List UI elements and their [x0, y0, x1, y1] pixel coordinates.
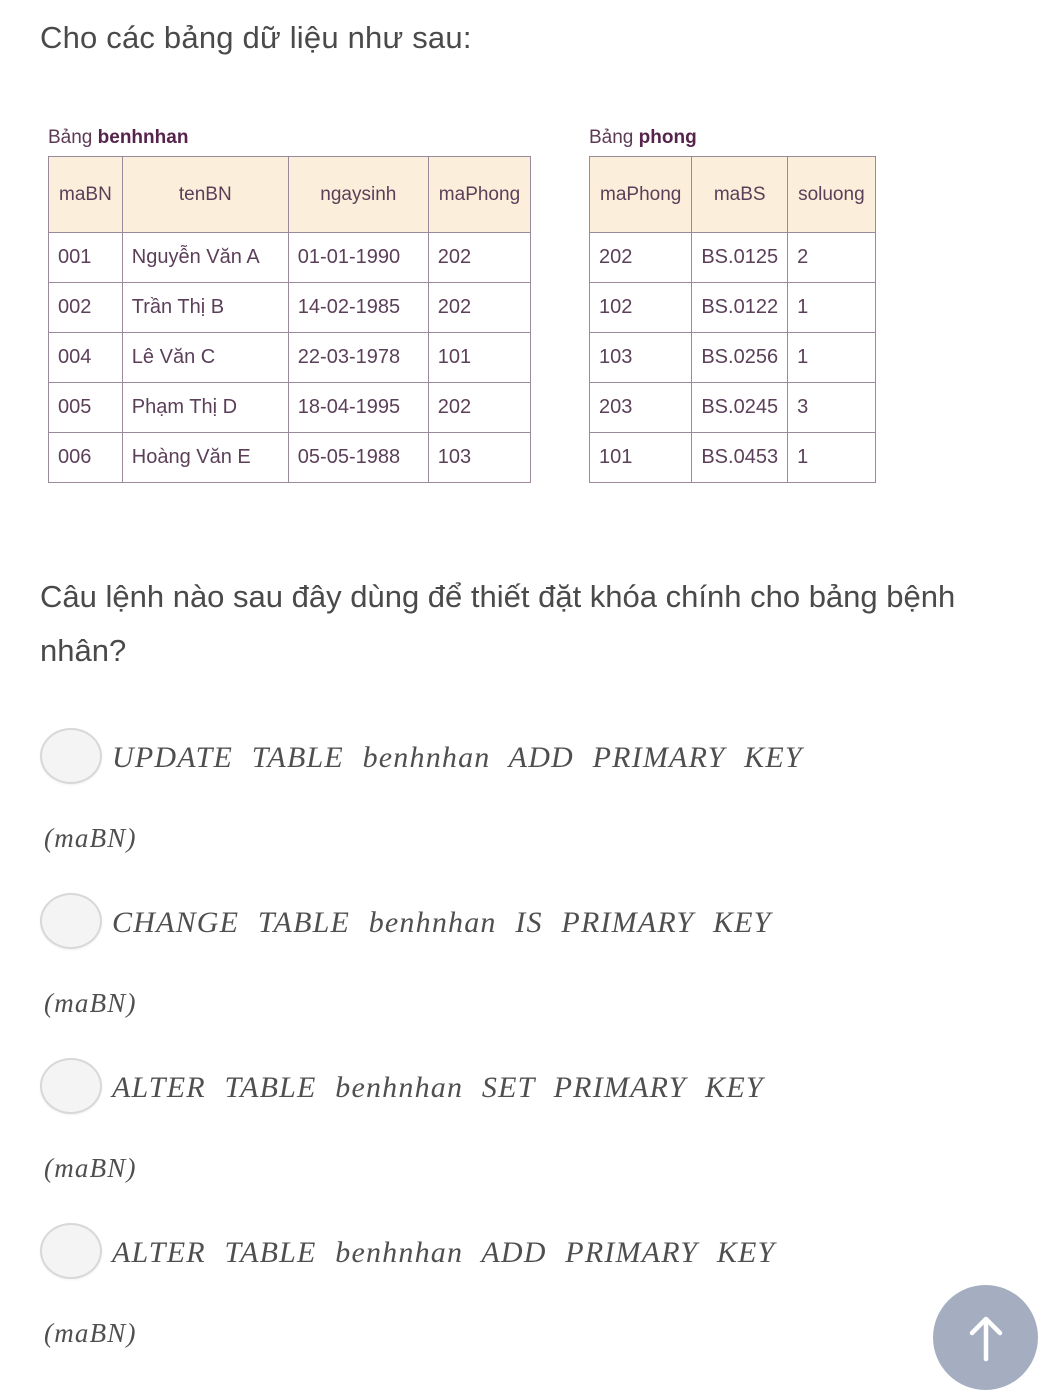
- table-row: 202 BS.0125 2: [588, 232, 876, 283]
- cell: BS.0125: [691, 232, 789, 283]
- table-row: 005 Phạm Thị D 18-04-1995 202: [48, 382, 532, 433]
- cell: 2: [787, 232, 876, 283]
- cell: BS.0245: [691, 382, 789, 433]
- table-row: 203 BS.0245 3: [588, 382, 876, 433]
- answer-option-1-tail: (maBN): [44, 823, 137, 853]
- table-row: 101 BS.0453 1: [588, 432, 876, 483]
- column-header-tenbn: tenBN: [121, 156, 289, 233]
- answer-options-list: UPDATE TABLE benhnhan ADD PRIMARY KEY (m…: [0, 716, 1055, 1376]
- cell: 004: [48, 332, 123, 383]
- table-benhnhan: maBN tenBN ngaysinh maPhong 001 Nguyễn V…: [48, 156, 532, 483]
- answer-option-1-text: UPDATE TABLE benhnhan ADD PRIMARY KEY (m…: [0, 716, 1055, 876]
- table-caption-benhnhan: Bảng benhnhan: [48, 126, 531, 150]
- cell: 006: [48, 432, 123, 483]
- intro-text: Cho các bảng dữ liệu như sau:: [40, 20, 472, 55]
- table-row: 006 Hoàng Văn E 05-05-1988 103: [48, 432, 532, 483]
- table-block-benhnhan: Bảng benhnhan maBN tenBN ngaysinh maPhon…: [48, 126, 532, 483]
- caption-table-name: benhnhan: [97, 127, 189, 148]
- cell: BS.0122: [691, 282, 789, 333]
- column-header-soluong: soluong: [787, 156, 876, 233]
- caption-prefix: Bảng: [48, 127, 93, 148]
- cell: 202: [427, 282, 532, 333]
- cell: 01-01-1990: [287, 232, 429, 283]
- cell: 1: [787, 432, 876, 483]
- radio-button-1[interactable]: [40, 728, 102, 784]
- answer-option-2[interactable]: CHANGE TABLE benhnhan IS PRIMARY KEY (ma…: [0, 881, 1055, 1046]
- table-header-row: maBN tenBN ngaysinh maPhong: [48, 156, 532, 233]
- cell: 1: [787, 282, 876, 333]
- answer-option-3-main: ALTER TABLE benhnhan SET PRIMARY KEY: [112, 1071, 764, 1104]
- answer-option-3-tail: (maBN): [44, 1153, 137, 1183]
- cell: Trần Thị B: [121, 282, 289, 333]
- answer-option-3[interactable]: ALTER TABLE benhnhan SET PRIMARY KEY (ma…: [0, 1046, 1055, 1211]
- cell: 001: [48, 232, 123, 283]
- cell: 002: [48, 282, 123, 333]
- answer-option-2-text: CHANGE TABLE benhnhan IS PRIMARY KEY (ma…: [0, 881, 1055, 1041]
- cell: 202: [427, 382, 532, 433]
- table-header-row: maPhong maBS soluong: [588, 156, 876, 233]
- cell: 1: [787, 332, 876, 383]
- table-caption-phong: Bảng phong: [589, 126, 876, 150]
- column-header-mabn: maBN: [48, 156, 123, 233]
- arrow-up-icon: [969, 1316, 1002, 1361]
- radio-button-3[interactable]: [40, 1058, 102, 1114]
- cell: 101: [588, 432, 693, 483]
- cell: 05-05-1988: [287, 432, 429, 483]
- table-row: 002 Trần Thị B 14-02-1985 202: [48, 282, 532, 333]
- table-row: 103 BS.0256 1: [588, 332, 876, 383]
- cell: 18-04-1995: [287, 382, 429, 433]
- cell: 101: [427, 332, 532, 383]
- answer-option-4[interactable]: ALTER TABLE benhnhan ADD PRIMARY KEY (ma…: [0, 1211, 1055, 1376]
- cell: Hoàng Văn E: [121, 432, 289, 483]
- cell: 202: [427, 232, 532, 283]
- caption-table-name: phong: [638, 127, 697, 148]
- cell: 202: [588, 232, 693, 283]
- cell: 103: [427, 432, 532, 483]
- column-header-maphong: maPhong: [588, 156, 693, 233]
- radio-button-2[interactable]: [40, 893, 102, 949]
- answer-option-3-text: ALTER TABLE benhnhan SET PRIMARY KEY (ma…: [0, 1046, 1055, 1206]
- cell: 203: [588, 382, 693, 433]
- cell: BS.0453: [691, 432, 789, 483]
- column-header-maphong: maPhong: [427, 156, 532, 233]
- cell: Nguyễn Văn A: [121, 232, 289, 283]
- table-row: 102 BS.0122 1: [588, 282, 876, 333]
- cell: 102: [588, 282, 693, 333]
- cell: 3: [787, 382, 876, 433]
- answer-option-1[interactable]: UPDATE TABLE benhnhan ADD PRIMARY KEY (m…: [0, 716, 1055, 881]
- data-tables-area: Bảng benhnhan maBN tenBN ngaysinh maPhon…: [0, 126, 1055, 516]
- answer-option-1-main: UPDATE TABLE benhnhan ADD PRIMARY KEY: [112, 741, 803, 774]
- answer-option-2-tail: (maBN): [44, 988, 137, 1018]
- cell: 005: [48, 382, 123, 433]
- answer-option-4-main: ALTER TABLE benhnhan ADD PRIMARY KEY: [112, 1236, 776, 1269]
- answer-option-4-text: ALTER TABLE benhnhan ADD PRIMARY KEY (ma…: [0, 1211, 1055, 1371]
- column-header-mabs: maBS: [691, 156, 789, 233]
- table-phong: maPhong maBS soluong 202 BS.0125 2 102 B…: [588, 156, 876, 483]
- cell: 22-03-1978: [287, 332, 429, 383]
- answer-option-2-main: CHANGE TABLE benhnhan IS PRIMARY KEY: [112, 906, 772, 939]
- scroll-to-top-button[interactable]: [933, 1285, 1038, 1390]
- caption-prefix: Bảng: [589, 127, 634, 148]
- answer-option-4-tail: (maBN): [44, 1318, 137, 1348]
- radio-button-4[interactable]: [40, 1223, 102, 1279]
- cell: Phạm Thị D: [121, 382, 289, 433]
- table-row: 004 Lê Văn C 22-03-1978 101: [48, 332, 532, 383]
- cell: Lê Văn C: [121, 332, 289, 383]
- cell: 14-02-1985: [287, 282, 429, 333]
- cell: 103: [588, 332, 693, 383]
- question-text: Câu lệnh nào sau đây dùng để thiết đặt k…: [40, 579, 956, 668]
- table-block-phong: Bảng phong maPhong maBS soluong 202 BS.0…: [588, 126, 876, 483]
- column-header-ngaysinh: ngaysinh: [287, 156, 429, 233]
- cell: BS.0256: [691, 332, 789, 383]
- table-row: 001 Nguyễn Văn A 01-01-1990 202: [48, 232, 532, 283]
